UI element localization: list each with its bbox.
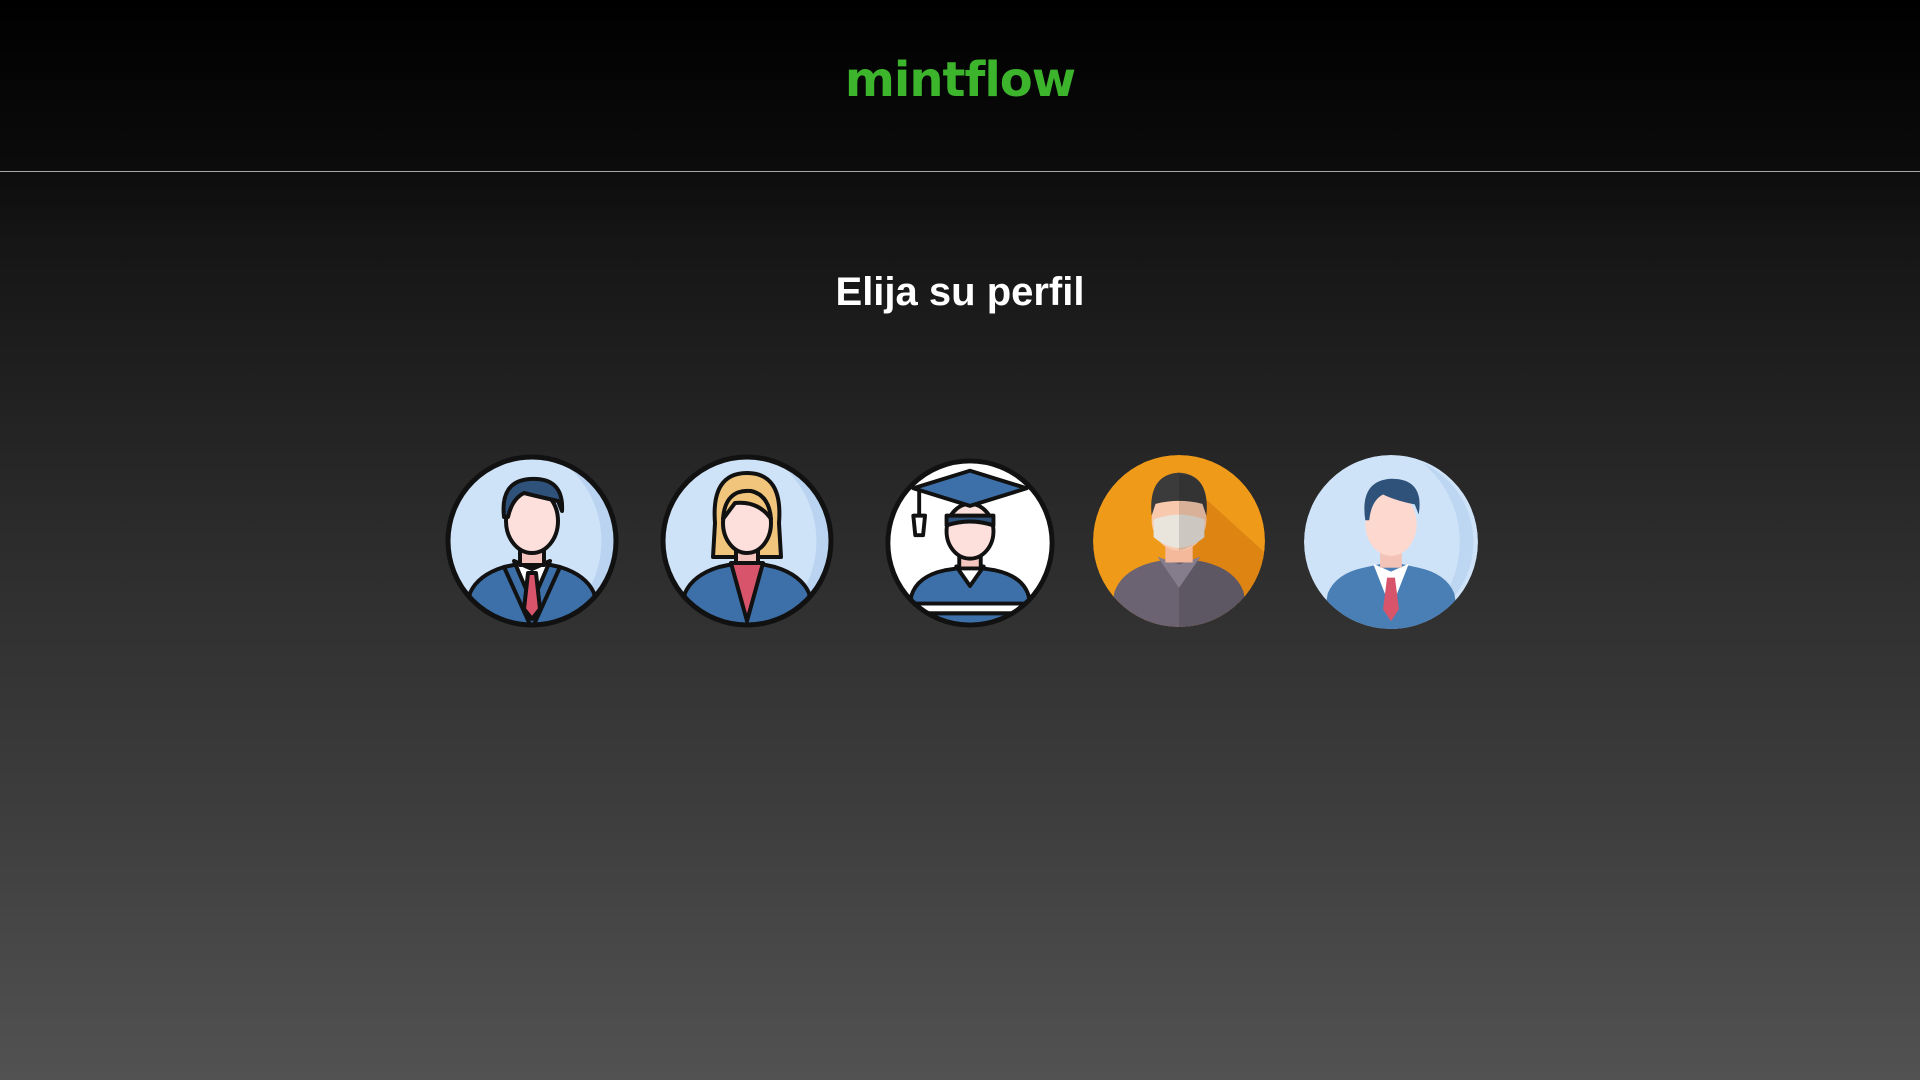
businessman-avatar-icon [445,454,619,628]
page-title: Elija su perfil [835,270,1085,314]
masked-person-avatar-icon [1093,455,1265,627]
brand-logo[interactable]: mintflow [0,52,1920,108]
profile-executive-button[interactable] [1304,455,1478,629]
executive-avatar-icon [1304,455,1478,629]
top-bar: mintflow [0,0,1920,172]
businesswoman-avatar-icon [660,454,834,628]
profile-masked-person-button[interactable] [1093,455,1265,627]
graduate-student-avatar-icon [885,458,1055,628]
profile-student-button[interactable] [884,457,1056,629]
profile-businesswoman-button[interactable] [659,453,835,629]
profile-businessman-button[interactable] [444,453,620,629]
profile-list [0,453,1920,633]
